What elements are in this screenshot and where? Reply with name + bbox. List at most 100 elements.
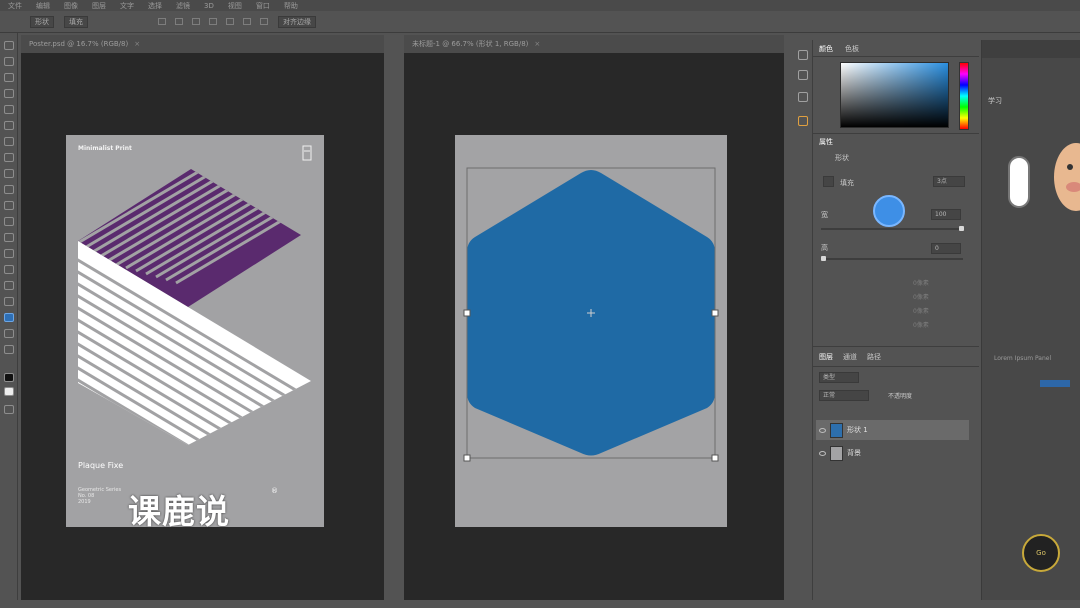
width-slider-track[interactable] [821, 228, 963, 230]
height-label: 高 [821, 244, 828, 252]
align-edges-checkbox[interactable]: 对齐边缘 [278, 15, 316, 28]
width-value-field[interactable]: 100 [931, 209, 961, 220]
panel-divider [813, 56, 979, 57]
type-tool-icon[interactable] [4, 281, 14, 290]
close-icon[interactable]: × [534, 40, 540, 48]
quick-select-tool-icon[interactable] [4, 89, 14, 98]
transform-handle[interactable] [463, 454, 471, 462]
menu-window[interactable]: 窗口 [256, 1, 270, 11]
fill-swatch[interactable] [823, 176, 834, 187]
transform-handle[interactable] [711, 309, 719, 317]
learn-panel: 学习 Lorem Ipsum Panel Go [981, 40, 1080, 608]
watermark-logo-text: 课鹿说 [128, 492, 230, 531]
foreground-color-swatch[interactable] [4, 373, 14, 382]
marquee-tool-icon[interactable] [4, 57, 14, 66]
mascot-illustration-icon [1054, 143, 1080, 211]
height-slider-track[interactable] [821, 258, 963, 260]
transform-handle[interactable] [711, 454, 719, 462]
menu-view[interactable]: 视图 [228, 1, 242, 11]
color-picker-field[interactable] [840, 62, 949, 128]
dodge-tool-icon[interactable] [4, 249, 14, 258]
tab-color[interactable]: 颜色 [819, 42, 833, 56]
pen-tool-icon[interactable] [4, 265, 14, 274]
libraries-panel-icon[interactable] [798, 116, 808, 126]
brush-tool-icon[interactable] [4, 153, 14, 162]
menu-select[interactable]: 选择 [148, 1, 162, 11]
tab-paths[interactable]: 路径 [867, 350, 881, 364]
transform-handle[interactable] [463, 309, 471, 317]
layer-filter-select[interactable]: 类型 [819, 372, 859, 383]
settings-gear-icon[interactable] [260, 18, 268, 25]
eyedropper-tool-icon[interactable] [4, 121, 14, 130]
path-intersect-icon[interactable] [192, 18, 200, 25]
poster-small-line: 2019 [78, 499, 91, 505]
zoom-tool-icon[interactable] [4, 345, 14, 354]
phone-illustration-icon [1008, 156, 1030, 208]
watermark-registered-mark: ® [271, 487, 278, 495]
visibility-eye-icon[interactable] [819, 450, 826, 456]
close-icon[interactable]: × [134, 40, 140, 48]
menu-3d[interactable]: 3D [204, 2, 214, 10]
lasso-tool-icon[interactable] [4, 73, 14, 82]
crop-tool-icon[interactable] [4, 105, 14, 114]
history-panel-icon[interactable] [798, 50, 808, 60]
document-tab-poster[interactable]: Poster.psd @ 16.7% (RGB/8) × [21, 35, 384, 53]
document-tab-shape[interactable]: 未标题-1 @ 66.7% (形状 1, RGB/8) × [404, 35, 784, 53]
path-arrange-icon[interactable] [243, 18, 251, 25]
history-brush-tool-icon[interactable] [4, 185, 14, 194]
fill-option[interactable]: 填充 [64, 15, 88, 28]
menu-image[interactable]: 图像 [64, 1, 78, 11]
tab-channels[interactable]: 通道 [843, 350, 857, 364]
menu-file[interactable]: 文件 [8, 1, 22, 11]
gradient-tool-icon[interactable] [4, 217, 14, 226]
layer-row[interactable]: 形状 1 [816, 420, 969, 440]
tab-layers[interactable]: 图层 [819, 350, 833, 364]
poster-small-text: Geometric Series No. 08 2019 [78, 487, 121, 505]
menu-type[interactable]: 文字 [120, 1, 134, 11]
menu-layer[interactable]: 图层 [92, 1, 106, 11]
tools-panel [0, 33, 18, 608]
corner-radius-value: 0像素 [913, 294, 929, 301]
stroke-preview-swatch[interactable] [873, 195, 905, 227]
tab-properties[interactable]: 属性 [819, 135, 833, 149]
path-combine-icon[interactable] [158, 18, 166, 25]
tab-swatches[interactable]: 色板 [845, 42, 859, 56]
clone-stamp-tool-icon[interactable] [4, 169, 14, 178]
stroke-width-field[interactable]: 3点 [933, 176, 965, 187]
panel-divider [813, 346, 979, 347]
move-tool-icon[interactable] [4, 41, 14, 50]
menu-help[interactable]: 帮助 [284, 1, 298, 11]
adjustments-panel-icon[interactable] [798, 92, 808, 102]
status-bar [0, 600, 1080, 608]
healing-brush-tool-icon[interactable] [4, 137, 14, 146]
menu-filter[interactable]: 滤镜 [176, 1, 190, 11]
path-align-icon[interactable] [226, 18, 234, 25]
background-color-swatch[interactable] [4, 387, 14, 396]
height-value-field[interactable]: 0 [931, 243, 961, 254]
right-panel-dock: 颜色 色板 属性 形状 填充 3点 宽 100 高 0 0像素 0像素 0像素 … [813, 40, 979, 608]
actions-panel-icon[interactable] [798, 70, 808, 80]
hue-slider[interactable] [959, 62, 969, 130]
path-select-tool-icon[interactable] [4, 297, 14, 306]
path-exclude-icon[interactable] [209, 18, 217, 25]
visibility-eye-icon[interactable] [819, 427, 826, 433]
path-subtract-icon[interactable] [175, 18, 183, 25]
corner-radius-value: 0像素 [913, 308, 929, 315]
channel-badge-icon: Go [1022, 534, 1060, 572]
hand-tool-icon[interactable] [4, 329, 14, 338]
width-label: 宽 [821, 211, 828, 219]
menu-edit[interactable]: 编辑 [36, 1, 50, 11]
height-slider-knob[interactable] [821, 256, 826, 261]
shape-tool-icon[interactable] [4, 313, 14, 322]
blur-tool-icon[interactable] [4, 233, 14, 242]
layer-thumbnail [830, 445, 843, 461]
layer-row[interactable]: 背景 [816, 443, 969, 463]
panel-divider [813, 366, 979, 367]
eraser-tool-icon[interactable] [4, 201, 14, 210]
quick-mask-icon[interactable] [4, 405, 14, 414]
document-tab-title: 未标题-1 @ 66.7% (形状 1, RGB/8) [412, 40, 529, 48]
learn-button[interactable] [1040, 380, 1070, 387]
width-slider-knob[interactable] [959, 226, 964, 231]
blend-mode-select[interactable]: 正常 [819, 390, 869, 401]
tool-mode-select[interactable]: 形状 [30, 15, 54, 28]
